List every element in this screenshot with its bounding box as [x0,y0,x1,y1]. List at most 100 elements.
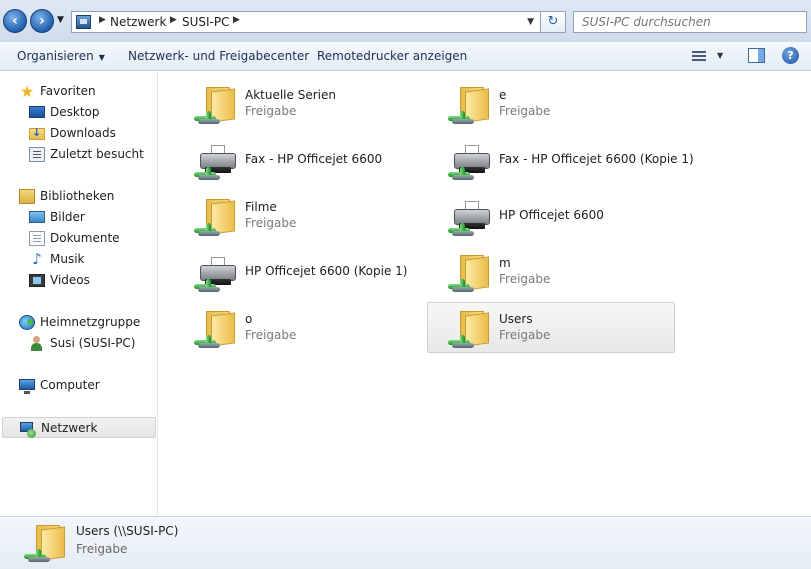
printer-icon [446,193,492,239]
view-options-dropdown[interactable]: ▼ [717,51,723,60]
address-history-dropdown[interactable]: ▼ [527,17,534,27]
printer-icon [192,137,238,183]
sidebar-item-network[interactable]: Netzwerk [2,417,156,438]
details-pane: Users (\\SUSI-PC) Freigabe [0,516,811,569]
breadcrumb-netzwerk[interactable]: Netzwerk [110,15,166,29]
sidebar-item-label: Downloads [50,126,116,140]
sidebar-item-label: Favoriten [40,84,96,98]
chevron-down-icon: ▼ [98,53,105,62]
pictures-icon [29,211,45,223]
list-item[interactable]: e Freigabe [428,79,676,130]
sidebar-item-label: Bilder [50,210,85,224]
address-field[interactable]: ▶ Netzwerk ▶ SUSI-PC ▶ ▼ [71,11,541,33]
item-name: m [499,256,511,270]
list-item[interactable]: HP Officejet 6600 [428,191,676,242]
sidebar-item-favorites[interactable]: ★ Favoriten [0,81,157,102]
sidebar-item-label: Heimnetzgruppe [40,315,141,329]
address-bar: ‹ › ▼ ▶ Netzwerk ▶ SUSI-PC ▶ ▼ ↻ [0,0,811,42]
list-item[interactable]: m Freigabe [428,247,676,298]
item-type: Freigabe [499,328,551,342]
item-name: e [499,88,507,102]
sidebar-item-computer[interactable]: Computer [0,375,157,396]
sidebar-item-label: Susi (SUSI-PC) [50,336,136,350]
computer-icon [19,379,35,394]
breadcrumb-separator[interactable]: ▶ [99,15,106,25]
sidebar-item-music[interactable]: ♪ Musik [0,249,157,270]
documents-icon [29,231,45,246]
network-icon [20,422,36,438]
list-item[interactable]: Filme Freigabe [174,191,422,242]
videos-icon [29,274,45,287]
sidebar-item-desktop[interactable]: Desktop [0,102,157,123]
back-button[interactable]: ‹ [3,9,27,33]
item-name: Users [499,312,533,326]
sidebar-item-label: Bibliotheken [40,189,115,203]
recent-places-icon [29,147,45,162]
item-type: Freigabe [245,328,297,342]
sidebar-item-label: Musik [50,252,85,266]
shared-folder-icon [22,519,68,565]
item-name: Aktuelle Serien [245,88,336,102]
sidebar-item-recent[interactable]: Zuletzt besucht [0,144,157,165]
list-item[interactable]: HP Officejet 6600 (Kopie 1) [174,247,422,298]
downloads-folder-icon [29,126,45,140]
sidebar-item-label: Desktop [50,105,100,119]
item-name: Fax - HP Officejet 6600 [245,152,383,166]
sidebar-item-label: Dokumente [50,231,120,245]
item-name: o [245,312,253,326]
network-center-button[interactable]: Netzwerk- und Freigabecenter [128,49,309,63]
homegroup-icon [19,315,35,330]
item-type: Freigabe [499,104,551,118]
search-input[interactable] [574,12,806,32]
item-name: HP Officejet 6600 (Kopie 1) [245,264,408,278]
libraries-icon [19,189,35,204]
sidebar-item-user[interactable]: Susi (SUSI-PC) [0,333,157,354]
sidebar-item-videos[interactable]: Videos [0,270,157,291]
sidebar-item-documents[interactable]: Dokumente [0,228,157,249]
sidebar-item-label: Videos [50,273,90,287]
file-list: Aktuelle Serien Freigabe e Freigabe Fax … [159,72,811,516]
shared-folder-icon [192,305,238,351]
list-item[interactable]: Users Freigabe [427,302,675,353]
shared-folder-icon [446,249,492,295]
remote-printers-button[interactable]: Remotedrucker anzeigen [317,49,467,63]
music-icon: ♪ [32,250,42,268]
sidebar-item-downloads[interactable]: Downloads [0,123,157,144]
star-icon: ★ [19,82,35,101]
item-name: Filme [245,200,277,214]
sidebar-item-label: Computer [40,378,100,392]
list-item[interactable]: Fax - HP Officejet 6600 (Kopie 1) [428,135,694,186]
item-type: Freigabe [499,272,551,286]
search-box[interactable] [573,11,807,33]
details-item-name: Users (\\SUSI-PC) [76,524,179,538]
breadcrumb-susi-pc[interactable]: SUSI-PC [182,15,230,29]
organize-button[interactable]: Organisieren ▼ [17,49,105,63]
breadcrumb-separator[interactable]: ▶ [170,15,177,25]
printer-icon [446,137,492,183]
desktop-icon [29,106,45,118]
shared-folder-icon [192,193,238,239]
organize-label: Organisieren [17,49,94,63]
printer-icon [192,249,238,295]
change-view-icon[interactable] [692,49,708,63]
item-name: HP Officejet 6600 [499,208,604,222]
item-type: Freigabe [245,104,297,118]
sidebar-item-libraries[interactable]: Bibliotheken [0,186,157,207]
recent-pages-dropdown[interactable]: ▼ [57,15,64,25]
preview-pane-icon[interactable] [748,48,765,63]
forward-button[interactable]: › [30,9,54,33]
shared-folder-icon [446,305,492,351]
list-item[interactable]: Fax - HP Officejet 6600 [174,135,422,186]
breadcrumb-separator[interactable]: ▶ [233,15,240,25]
help-icon[interactable]: ? [782,47,799,64]
sidebar-item-label: Zuletzt besucht [50,147,144,161]
refresh-button[interactable]: ↻ [541,11,566,33]
list-item[interactable]: o Freigabe [174,303,422,354]
sidebar-item-homegroup[interactable]: Heimnetzgruppe [0,312,157,333]
shared-folder-icon [446,81,492,127]
user-icon [29,336,45,351]
list-item[interactable]: Aktuelle Serien Freigabe [174,79,422,130]
item-type: Freigabe [245,216,297,230]
item-name: Fax - HP Officejet 6600 (Kopie 1) [499,152,694,166]
sidebar-item-pictures[interactable]: Bilder [0,207,157,228]
